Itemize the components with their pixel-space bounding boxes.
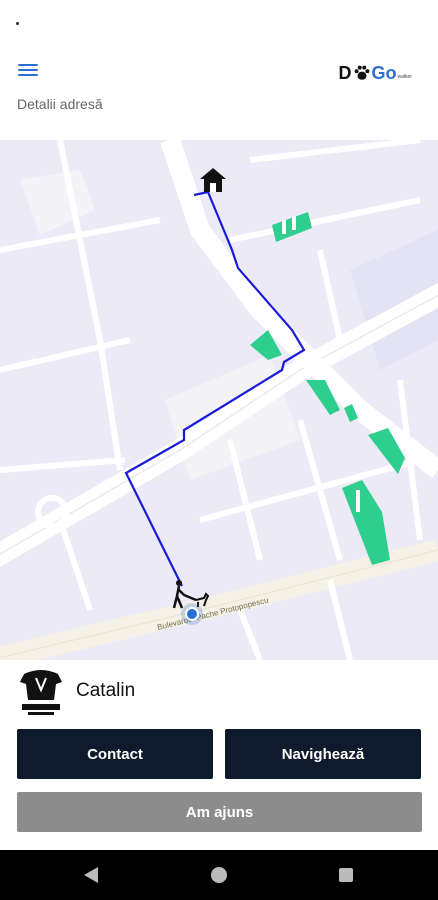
walker-info: Catalin bbox=[0, 662, 438, 722]
top-app-bar: D Go walker bbox=[0, 50, 438, 94]
home-icon[interactable] bbox=[211, 867, 227, 883]
hamburger-menu-icon[interactable] bbox=[18, 62, 42, 82]
app-logo: D Go walker bbox=[339, 62, 412, 84]
map-canvas: Bulevardul Pache Protopopescu bbox=[0, 140, 438, 660]
logo-text-d: D bbox=[338, 63, 352, 83]
app-root: D Go walker Detalii adresă Bulevardul Pa… bbox=[0, 0, 438, 900]
logo-text-small: walker bbox=[397, 74, 412, 80]
logo-text-go: Go bbox=[371, 63, 397, 83]
page-subtitle: Detalii adresă bbox=[17, 96, 103, 112]
house-icon bbox=[200, 168, 226, 192]
system-nav-bar bbox=[0, 850, 438, 900]
arrived-button[interactable]: Am ajuns bbox=[17, 792, 422, 832]
status-indicator bbox=[16, 22, 19, 25]
walker-name: Catalin bbox=[76, 680, 136, 701]
back-icon[interactable] bbox=[84, 867, 98, 883]
navigate-button[interactable]: Navighează bbox=[225, 729, 421, 779]
walker-avatar-icon bbox=[20, 670, 62, 715]
map-view[interactable]: Bulevardul Pache Protopopescu bbox=[0, 140, 438, 660]
location-dot-icon bbox=[181, 603, 203, 625]
recent-apps-icon[interactable] bbox=[339, 868, 353, 882]
status-bar bbox=[0, 0, 438, 44]
contact-button[interactable]: Contact bbox=[17, 729, 213, 779]
paw-icon bbox=[354, 65, 369, 80]
